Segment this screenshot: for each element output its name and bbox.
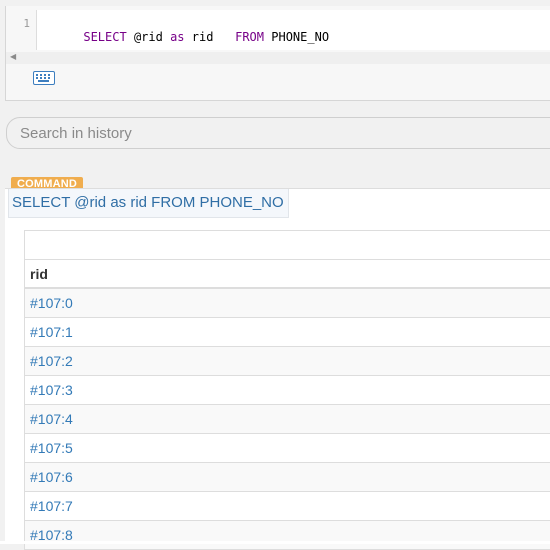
rid-link[interactable]: #107:0 [30,295,73,311]
code-token: rid [184,30,236,44]
code-token: @rid [126,30,171,44]
line-number: 1 [23,17,30,30]
table-row: #107:4 [25,405,550,434]
table-toolbar [25,231,550,260]
code-token: as [170,30,185,44]
history-result-card: SELECT @rid as rid FROM PHONE_NO rid #10… [5,188,550,550]
rid-link[interactable]: #107:5 [30,440,73,456]
column-header-rid[interactable]: rid [25,260,550,289]
keyboard-icon[interactable] [33,71,55,85]
code-area[interactable]: 1 SELECT @rid as rid FROM PHONE_NO [6,10,550,50]
table-row: #107:1 [25,318,550,347]
history-search-input[interactable] [6,117,550,149]
code-token: FROM [235,30,265,44]
rid-link[interactable]: #107:1 [30,324,73,340]
table-row: #107:3 [25,376,550,405]
line-gutter: 1 [6,10,37,50]
rid-link[interactable]: #107:4 [30,411,73,427]
rid-link[interactable]: #107:6 [30,469,73,485]
query-editor[interactable]: 1 SELECT @rid as rid FROM PHONE_NO ◀ [5,6,550,101]
scroll-left-icon[interactable]: ◀ [10,52,16,61]
code-token: SELECT [83,30,127,44]
horizontal-scrollbar[interactable]: ◀ [6,52,550,64]
table-row: #107:2 [25,347,550,376]
code-token: PHONE_NO [264,30,330,44]
table-row: #107:7 [25,492,550,521]
table-row: #107:6 [25,463,550,492]
rid-link[interactable]: #107:2 [30,353,73,369]
rid-link[interactable]: #107:3 [30,382,73,398]
table-row: #107:0 [25,289,550,318]
table-row: #107:8 [25,521,550,550]
history-command[interactable]: SELECT @rid as rid FROM PHONE_NO [8,189,289,218]
rid-link[interactable]: #107:7 [30,498,73,514]
result-table: rid #107:0 #107:1 #107:2 #107:3 #107:4 #… [24,230,550,550]
table-row: #107:5 [25,434,550,463]
